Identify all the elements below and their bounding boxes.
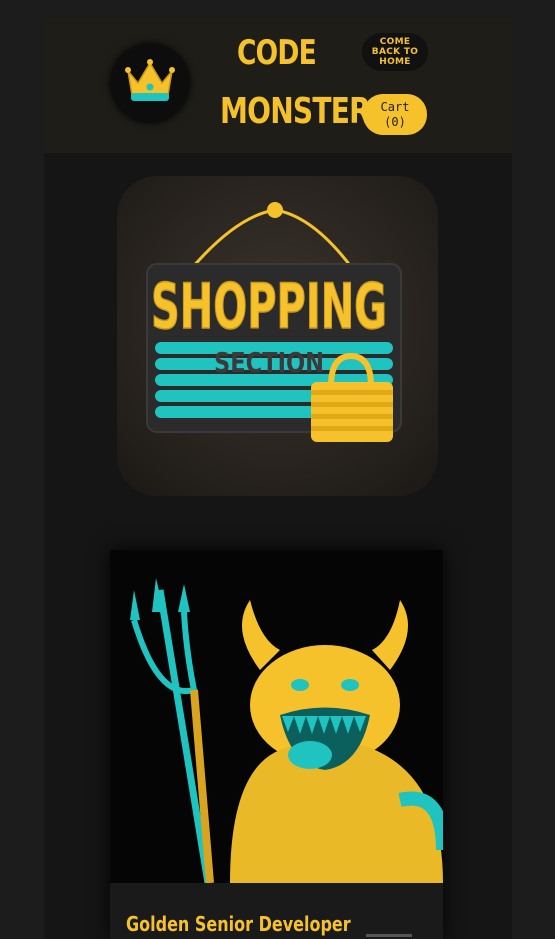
home-button-label: COME BACK TO HOME <box>371 37 419 67</box>
cart-label: Cart <box>380 99 410 114</box>
product-image[interactable] <box>110 550 443 883</box>
come-back-home-button[interactable]: COME BACK TO HOME <box>362 33 428 71</box>
brand-title: CODE MONSTER <box>219 28 371 146</box>
header: CODE MONSTER COME BACK TO HOME Cart (0) <box>44 18 512 153</box>
page-container: CODE MONSTER COME BACK TO HOME Cart (0) … <box>44 18 512 939</box>
sign-subtitle: SECTION <box>214 346 324 379</box>
scroll-indicator[interactable] <box>366 934 412 937</box>
cart-count: (0) <box>384 114 406 129</box>
brand-line-1: CODE <box>236 33 317 73</box>
crown-icon <box>125 59 175 101</box>
sign-title: SHOPPING <box>151 270 387 343</box>
monster-illustration <box>110 550 443 883</box>
shopping-sign-illustration: SHOPPING SECTION <box>146 202 402 442</box>
shopping-section-banner: SHOPPING SECTION <box>117 176 438 496</box>
product-card[interactable]: Golden Senior Developer <box>110 550 443 939</box>
product-title[interactable]: Golden Senior Developer <box>126 912 351 936</box>
cart-button[interactable]: Cart (0) <box>363 94 427 135</box>
brand-line-2: MONSTER <box>219 91 371 132</box>
logo[interactable] <box>110 43 190 123</box>
